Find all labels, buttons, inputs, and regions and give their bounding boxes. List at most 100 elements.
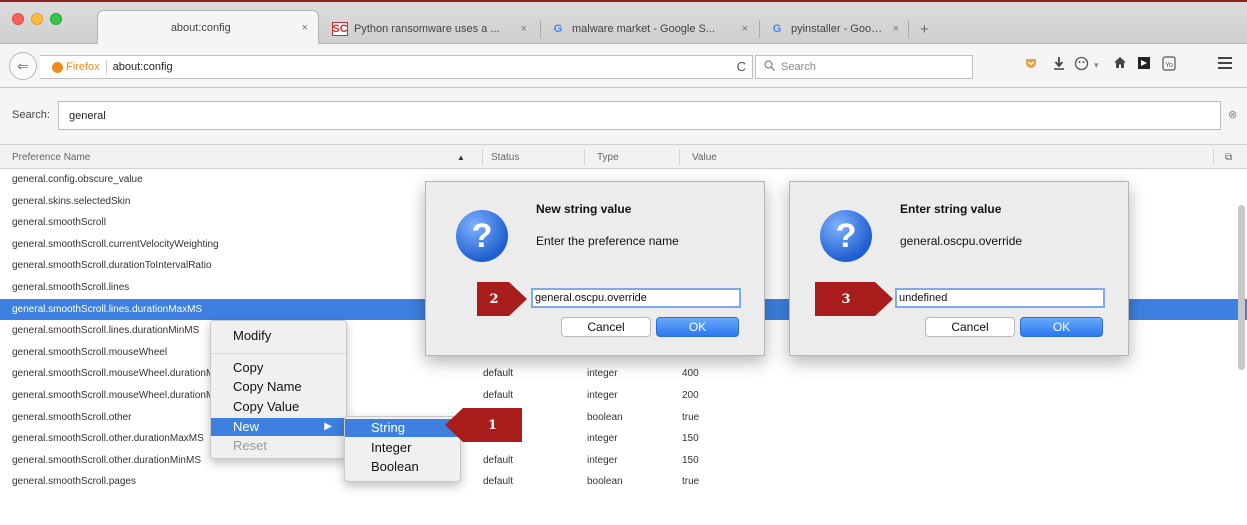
new-tab-button[interactable]: + <box>920 21 929 38</box>
search-placeholder: Search <box>781 61 816 73</box>
dialog-message: general.oscpu.override <box>900 234 1023 248</box>
google-favicon-icon: G <box>553 23 563 35</box>
close-tab-icon[interactable]: × <box>742 23 748 35</box>
back-button[interactable]: ⇐ <box>9 52 37 80</box>
menu-item-copy[interactable]: Copy <box>211 359 346 377</box>
pref-name: general.config.obscure_value <box>12 174 143 185</box>
table-row[interactable]: general.smoothScroll.other default boole… <box>0 407 1247 429</box>
column-status[interactable]: Status <box>491 152 519 163</box>
pref-name: general.smoothScroll.lines.durationMinMS <box>12 325 200 337</box>
tab-python-ransomware[interactable]: SC Python ransomware uses a ... × <box>322 14 537 44</box>
ok-button[interactable]: OK <box>1020 317 1103 337</box>
clear-search-icon[interactable]: ⊗ <box>1228 108 1237 121</box>
column-type[interactable]: Type <box>597 152 619 163</box>
pref-name: general.smoothScroll.other.durationMaxMS <box>12 433 204 445</box>
enter-string-dialog: ? Enter string value general.oscpu.overr… <box>789 181 1129 356</box>
close-tab-icon[interactable]: × <box>521 23 527 35</box>
cancel-button[interactable]: Cancel <box>561 317 651 337</box>
config-search-input[interactable]: general <box>58 101 1221 130</box>
table-row[interactable]: general.smoothScroll.mouseWheel.duration… <box>0 363 1247 385</box>
submenu-item-string[interactable]: String <box>345 419 460 437</box>
cancel-button[interactable]: Cancel <box>925 317 1015 337</box>
addon-icon[interactable] <box>1074 56 1089 75</box>
pref-name: general.smoothScroll <box>12 217 106 229</box>
menu-item-copy-value[interactable]: Copy Value <box>211 398 346 416</box>
window-minimize-button[interactable] <box>31 13 43 25</box>
sort-ascending-icon[interactable]: ▲ <box>457 153 465 162</box>
question-icon: ? <box>820 210 872 262</box>
column-divider[interactable] <box>679 149 680 165</box>
home-icon[interactable] <box>1113 56 1127 73</box>
menu-item-copy-name[interactable]: Copy Name <box>211 378 346 396</box>
table-row[interactable]: general.smoothScroll.mouseWheel.duration… <box>0 385 1247 407</box>
tab-strip: about:config × SC Python ransomware uses… <box>0 2 1247 45</box>
menu-item-new[interactable]: New ▶ <box>211 418 346 436</box>
pref-value: 150 <box>682 454 699 466</box>
url-bar[interactable]: Firefox about:config C <box>40 55 753 79</box>
tab-label: Python ransomware uses a ... <box>354 23 500 35</box>
reload-icon[interactable]: C <box>737 59 746 74</box>
pref-name: general.smoothScroll.lines.durationMaxMS <box>12 303 203 315</box>
pref-status: default <box>483 389 514 401</box>
pref-value: true <box>682 476 700 488</box>
pref-type: integer <box>587 368 618 380</box>
column-divider[interactable] <box>482 149 483 165</box>
dropdown-chevron-icon[interactable]: ▾ <box>1094 60 1099 71</box>
pref-type: boolean <box>587 411 623 423</box>
pref-name: general.smoothScroll.other <box>12 411 132 423</box>
close-tab-icon[interactable]: × <box>302 22 308 34</box>
tab-label: pyinstaller - Google Search <box>791 23 885 35</box>
column-value[interactable]: Value <box>692 152 717 163</box>
tab-label: malware market - Google S... <box>572 23 716 35</box>
pref-name: general.smoothScroll.durationToIntervalR… <box>12 260 212 272</box>
pref-name: general.smoothScroll.currentVelocityWeig… <box>12 238 219 250</box>
window-zoom-button[interactable] <box>50 13 62 25</box>
dialog-title: Enter string value <box>900 202 1002 216</box>
site-identity[interactable]: Firefox <box>52 61 100 73</box>
column-divider[interactable] <box>584 149 585 165</box>
column-picker-icon[interactable]: ⧉ <box>1225 152 1232 163</box>
new-submenu: String Integer Boolean <box>344 416 461 482</box>
menu-separator <box>211 353 346 354</box>
url-text[interactable]: about:config <box>113 61 173 73</box>
submenu-item-boolean[interactable]: Boolean <box>345 458 460 476</box>
pref-status: default <box>483 454 514 466</box>
config-search-area: Search: general ⊗ <box>0 88 1247 144</box>
column-preference-name[interactable]: Preference Name <box>12 152 90 163</box>
back-arrow-icon: ⇐ <box>17 57 29 74</box>
tab-malware-market[interactable]: G malware market - Google S... × <box>540 14 758 44</box>
sc-favicon-icon: SC <box>332 22 348 36</box>
pref-type: integer <box>587 389 618 401</box>
tab-pyinstaller[interactable]: G pyinstaller - Google Search × <box>759 14 909 44</box>
submenu-item-integer[interactable]: Integer <box>345 439 460 457</box>
table-row[interactable]: general.smoothScroll.pages default boole… <box>0 471 1247 493</box>
pocket-icon[interactable] <box>1024 56 1038 74</box>
menu-item-reset: Reset <box>233 438 267 453</box>
close-tab-icon[interactable]: × <box>893 23 899 35</box>
youtube-extension-icon[interactable]: Yo <box>1162 56 1176 75</box>
downloads-icon[interactable] <box>1053 56 1065 74</box>
preference-name-input[interactable]: general.oscpu.override <box>531 288 741 308</box>
table-row[interactable]: general.smoothScroll.other.durationMaxMS… <box>0 428 1247 450</box>
hamburger-menu-icon[interactable] <box>1218 56 1232 73</box>
google-favicon-icon: G <box>772 23 782 35</box>
menu-item-new-label: New <box>233 419 260 434</box>
submenu-arrow-icon: ▶ <box>324 421 332 432</box>
ok-button[interactable]: OK <box>656 317 739 337</box>
menu-item-modify[interactable]: Modify <box>211 327 346 345</box>
pref-value: 150 <box>682 433 699 445</box>
bookmark-icon[interactable] <box>1137 56 1151 74</box>
vertical-scrollbar[interactable] <box>1238 205 1245 370</box>
pref-type: boolean <box>587 476 623 488</box>
dialog-message: Enter the preference name <box>536 234 679 248</box>
svg-text:Yo: Yo <box>1165 62 1173 69</box>
pref-name: general.smoothScroll.mouseWheel.duration… <box>12 389 238 401</box>
tab-about-config[interactable]: about:config × <box>97 10 319 45</box>
search-bar[interactable]: Search <box>755 55 973 79</box>
string-value-input[interactable]: undefined <box>895 288 1105 308</box>
column-divider[interactable] <box>1213 149 1214 165</box>
window-close-button[interactable] <box>12 13 24 25</box>
pref-status: default <box>483 368 514 380</box>
table-row[interactable]: general.smoothScroll.other.durationMinMS… <box>0 450 1247 472</box>
pref-name: general.smoothScroll.mouseWheel.duration… <box>12 368 240 380</box>
